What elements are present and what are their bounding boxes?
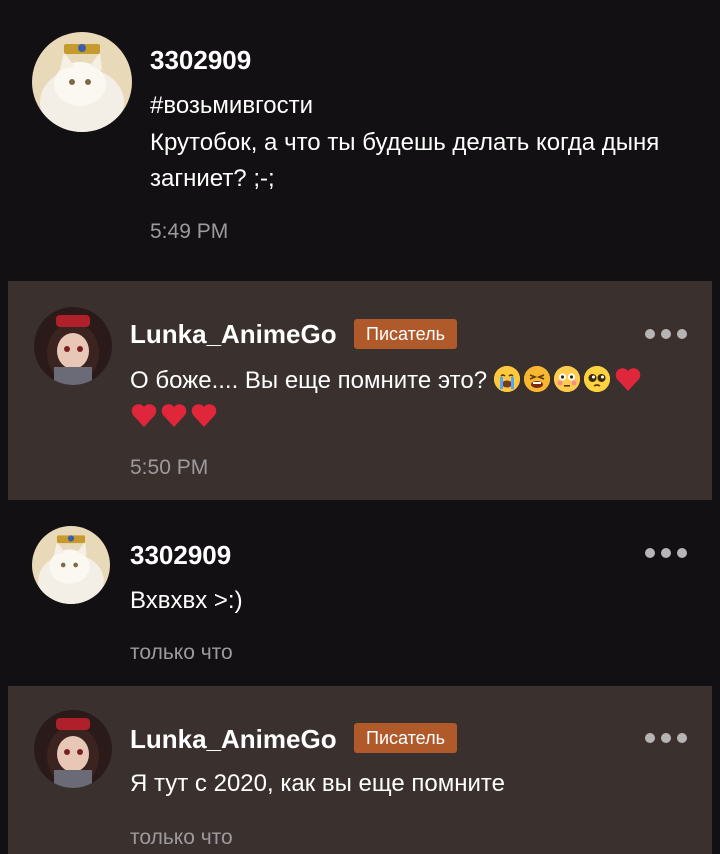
writer-badge: Писатель [354, 319, 457, 349]
comment-item: 3302909 Вхвхвх >:) только что [0, 500, 720, 685]
comment-author[interactable]: 3302909 [150, 45, 251, 76]
avatar[interactable] [32, 32, 132, 132]
crying-face-emoji [493, 366, 520, 392]
comment-text: Крутобок, а что ты будешь делать когда д… [150, 129, 660, 192]
pleading-face-emoji [583, 366, 610, 392]
tired-face-emoji [523, 366, 550, 392]
comment-time: 5:50 PM [130, 456, 209, 479]
comment-text: О боже.... Вы еще помните это? [130, 363, 700, 399]
more-options-icon[interactable] [645, 327, 687, 341]
comment-text: Я тут с 2020, как вы еще помните [130, 770, 505, 797]
avatar[interactable] [34, 307, 112, 385]
red-heart-emoji [190, 402, 218, 428]
comment-feed: 3302909 #возьмивгости Крутобок, а что ты… [0, 0, 720, 854]
comment-item: 3302909 #возьмивгости Крутобок, а что ты… [0, 0, 720, 280]
avatar[interactable] [34, 710, 112, 788]
writer-badge: Писатель [354, 723, 457, 753]
comment-text-content: О боже.... Вы еще помните это? [130, 367, 488, 394]
comment-author[interactable]: Lunka_AnimeGo [130, 724, 337, 755]
more-options-icon[interactable] [645, 731, 687, 745]
comment-item: Lunka_AnimeGo Писатель Я тут с 2020, как… [8, 686, 712, 854]
more-options-icon[interactable] [645, 546, 687, 560]
comment-item: Lunka_AnimeGo Писатель О боже.... Вы еще… [8, 281, 712, 500]
comment-time: только что [130, 641, 233, 664]
red-heart-emoji [614, 366, 642, 392]
comment-text: Вхвхвх >:) [130, 587, 243, 614]
comment-hashtag[interactable]: #возьмивгости [150, 88, 313, 124]
comment-time: 5:49 PM [150, 220, 229, 243]
red-heart-emoji [130, 402, 158, 428]
flushed-face-emoji [553, 366, 580, 392]
comment-text-line2 [130, 399, 700, 435]
comment-time: только что [130, 826, 233, 849]
red-heart-emoji [160, 402, 188, 428]
comment-author[interactable]: 3302909 [130, 540, 231, 571]
avatar[interactable] [32, 526, 110, 604]
comment-author[interactable]: Lunka_AnimeGo [130, 319, 337, 350]
